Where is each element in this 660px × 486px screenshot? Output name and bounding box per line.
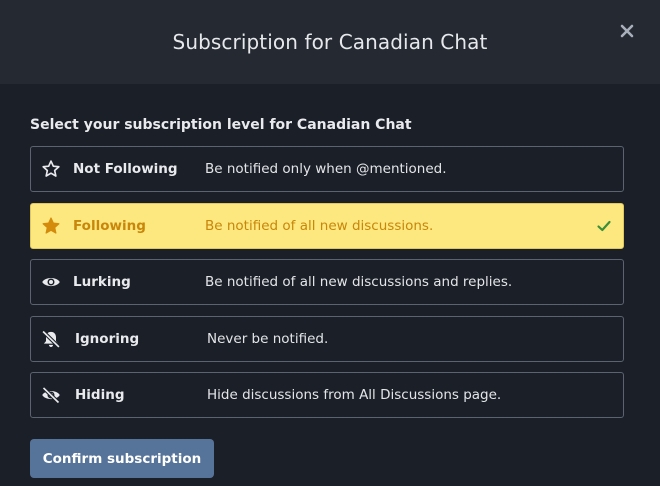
- dialog-title: Subscription for Canadian Chat: [172, 30, 488, 54]
- star-outline-icon: [41, 159, 61, 179]
- close-icon: [620, 24, 634, 38]
- subscription-dialog: Subscription for Canadian Chat Select yo…: [0, 0, 660, 486]
- confirm-subscription-button[interactable]: Confirm subscription: [30, 439, 214, 478]
- option-label: Lurking: [73, 274, 131, 290]
- dialog-header: Subscription for Canadian Chat: [0, 0, 660, 84]
- option-description: Never be notified.: [207, 331, 329, 347]
- subscription-intro: Select your subscription level for Canad…: [30, 117, 412, 133]
- option-lurking[interactable]: Lurking Be notified of all new discussio…: [30, 259, 624, 305]
- option-label: Ignoring: [75, 331, 140, 347]
- option-following[interactable]: Following Be notified of all new discuss…: [30, 203, 624, 249]
- option-description: Hide discussions from All Discussions pa…: [207, 387, 502, 403]
- checkmark-icon: [597, 220, 611, 232]
- star-filled-icon: [41, 216, 61, 236]
- bell-off-icon: [41, 329, 61, 349]
- option-label: Following: [73, 218, 146, 234]
- option-description: Be notified of all new discussions and r…: [205, 274, 513, 290]
- close-button[interactable]: [616, 20, 638, 42]
- option-ignoring[interactable]: Ignoring Never be notified.: [30, 316, 624, 362]
- option-description: Be notified only when @mentioned.: [205, 161, 447, 177]
- eye-icon: [41, 272, 61, 292]
- option-not-following[interactable]: Not Following Be notified only when @men…: [30, 146, 624, 192]
- option-hiding[interactable]: Hiding Hide discussions from All Discuss…: [30, 372, 624, 418]
- option-label: Not Following: [73, 161, 178, 177]
- eye-slash-icon: [41, 385, 61, 405]
- option-label: Hiding: [75, 387, 125, 403]
- option-description: Be notified of all new discussions.: [205, 218, 434, 234]
